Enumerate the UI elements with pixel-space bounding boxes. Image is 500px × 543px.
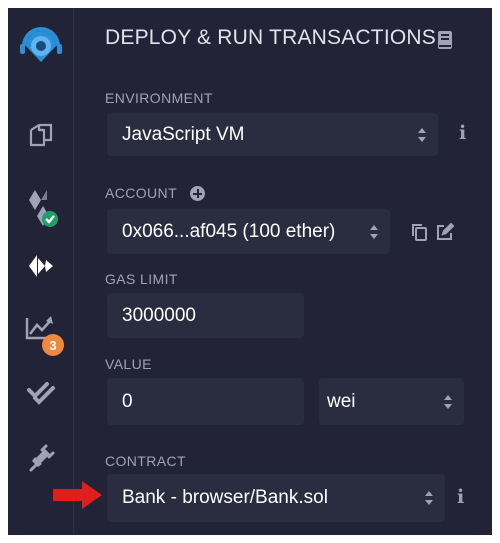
plugin-manager-icon[interactable] xyxy=(8,436,73,480)
edit-icon[interactable] xyxy=(435,222,455,247)
gas-limit-input[interactable]: 3000000 xyxy=(107,293,304,338)
account-select[interactable]: 0x066...af045 (100 ether) xyxy=(107,209,390,254)
value-unit: wei xyxy=(327,390,356,412)
environment-select[interactable]: JavaScript VM xyxy=(107,113,438,156)
contract-info-icon[interactable]: i xyxy=(457,486,464,508)
remix-logo-icon[interactable] xyxy=(8,20,73,74)
gas-limit-label: GAS LIMIT xyxy=(105,271,178,287)
contract-label: CONTRACT xyxy=(105,453,186,469)
value-input[interactable]: 0 xyxy=(107,378,304,425)
analysis-badge: 3 xyxy=(42,334,64,356)
environment-value: JavaScript VM xyxy=(122,123,245,145)
copy-icon[interactable] xyxy=(410,222,428,247)
account-value: 0x066...af045 (100 ether) xyxy=(122,220,336,242)
analysis-icon[interactable] xyxy=(8,308,73,358)
add-account-icon[interactable] xyxy=(190,186,205,201)
select-arrows-icon xyxy=(444,394,452,409)
environment-info-icon[interactable]: i xyxy=(459,122,466,144)
select-arrows-icon xyxy=(425,491,433,505)
value-amount: 0 xyxy=(122,390,133,412)
icon-panel: 3 xyxy=(8,8,74,535)
solidity-compiler-icon[interactable] xyxy=(8,182,73,234)
deploy-run-panel: DEPLOY & RUN TRANSACTIONS ENVIRONMENT Ja… xyxy=(74,8,492,535)
red-arrow-icon xyxy=(53,481,102,509)
contract-select[interactable]: Bank - browser/Bank.sol xyxy=(107,474,445,522)
documentation-icon[interactable] xyxy=(437,30,453,55)
select-arrows-icon xyxy=(418,127,426,142)
select-arrows-icon xyxy=(370,224,378,239)
account-label: ACCOUNT xyxy=(105,185,178,201)
value-label: VALUE xyxy=(105,356,152,372)
value-unit-select[interactable]: wei xyxy=(319,378,464,425)
contract-value: Bank - browser/Bank.sol xyxy=(122,487,328,508)
gas-limit-value: 3000000 xyxy=(122,304,196,326)
testing-icon[interactable] xyxy=(8,370,73,414)
remix-window: 3 DEPLOY & RUN TRANSACTIONS ENVIRONMENT … xyxy=(8,8,492,535)
file-explorer-icon[interactable] xyxy=(8,112,73,156)
panel-title: DEPLOY & RUN TRANSACTIONS xyxy=(105,26,436,49)
deploy-run-icon[interactable] xyxy=(8,244,73,288)
environment-label: ENVIRONMENT xyxy=(105,90,213,106)
